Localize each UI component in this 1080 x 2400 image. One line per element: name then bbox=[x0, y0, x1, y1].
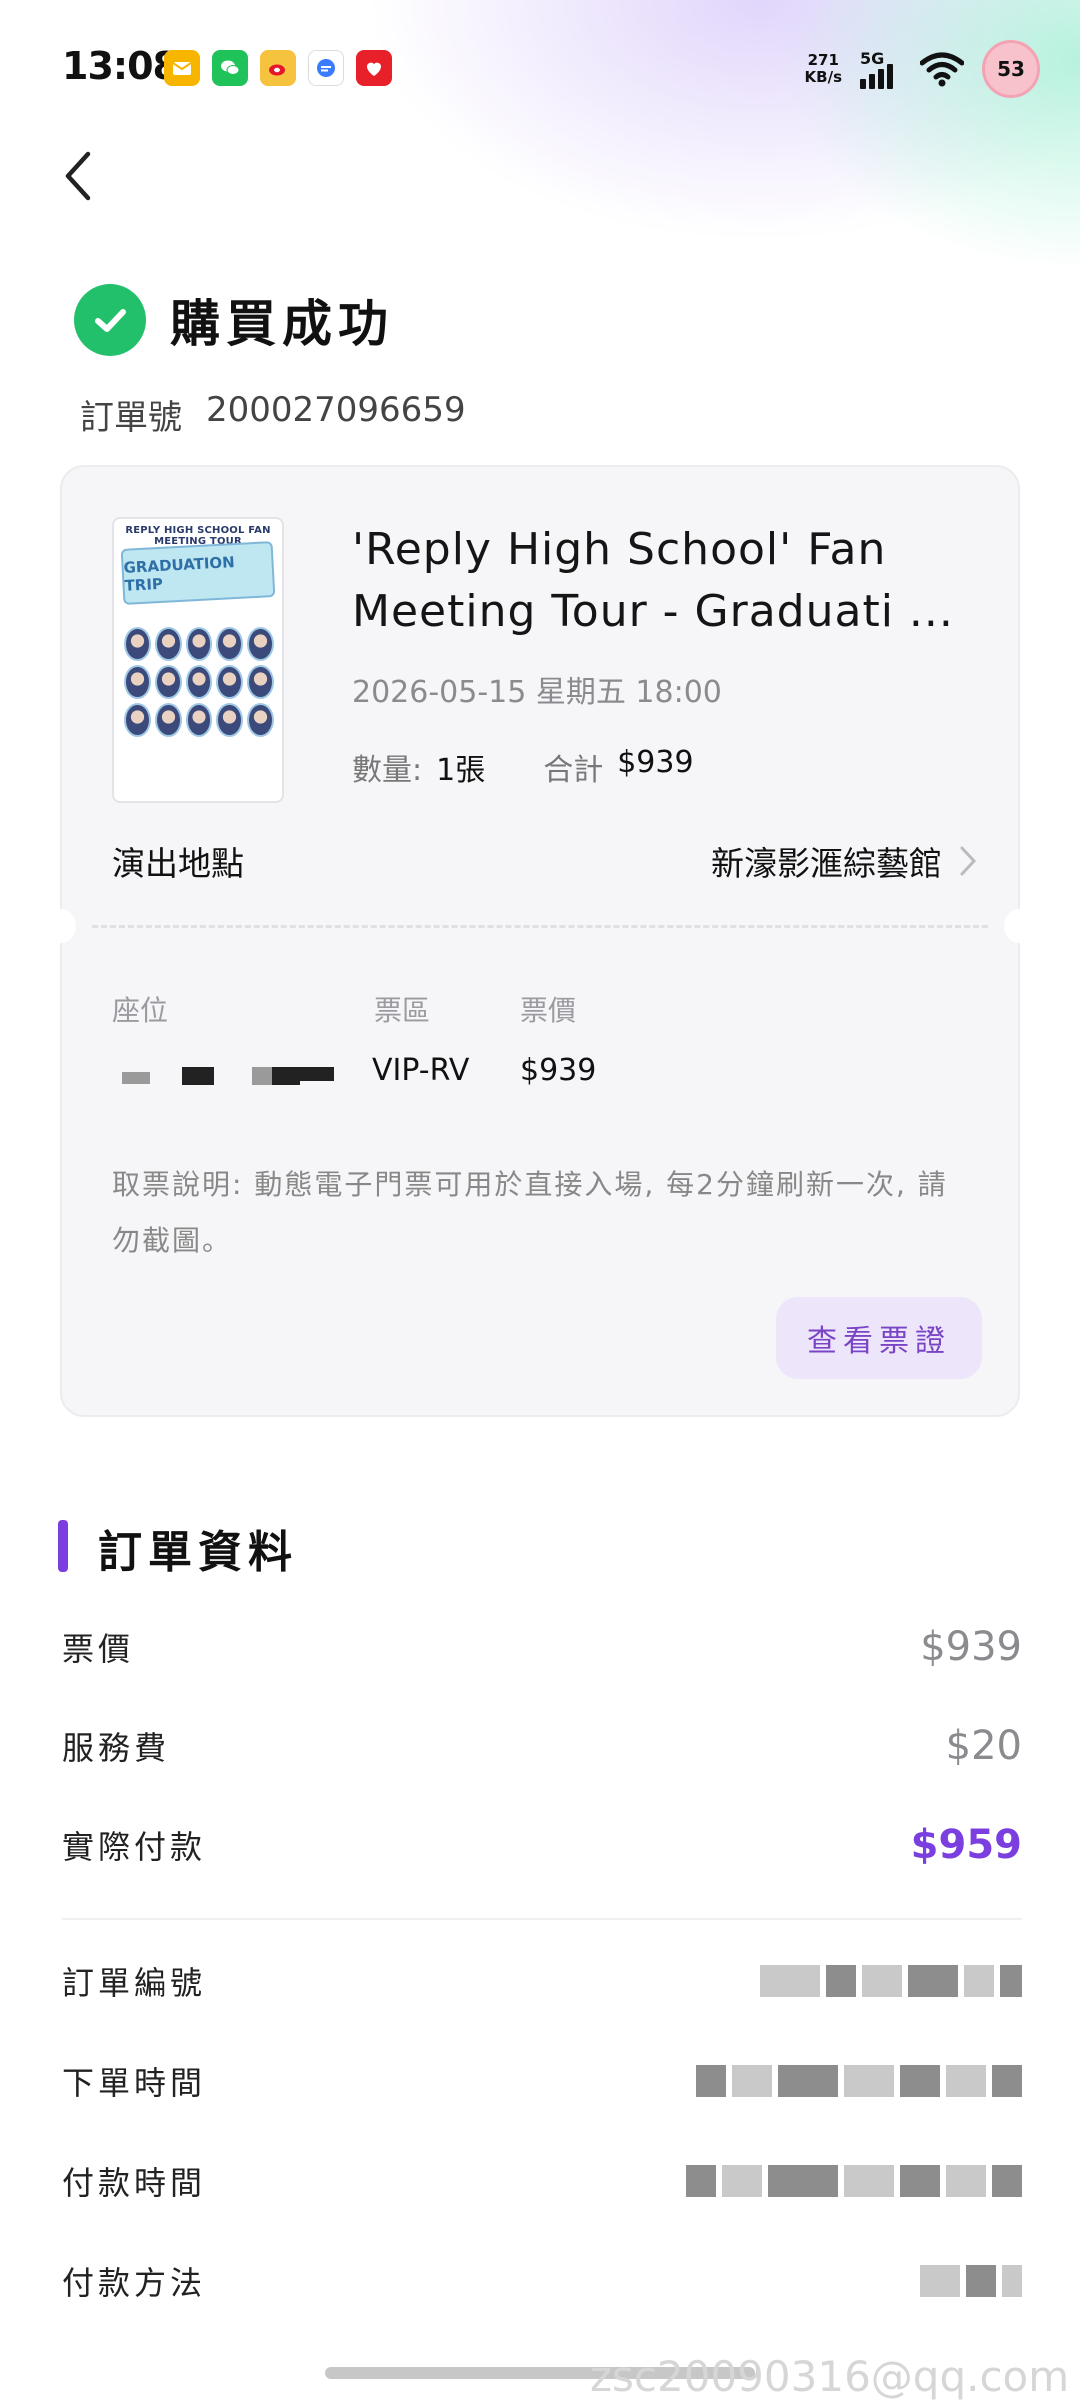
total-label: 合計 bbox=[543, 753, 604, 788]
service-fee-row: 服務費 $20 bbox=[62, 1723, 1022, 1769]
battery-indicator: 53 bbox=[982, 40, 1040, 98]
ticket-notch-right bbox=[1004, 909, 1034, 943]
order-id-label: 訂單編號 bbox=[62, 1964, 207, 2002]
mail-icon bbox=[164, 50, 200, 86]
seat-redacted bbox=[182, 1067, 214, 1085]
seat-redacted bbox=[252, 1067, 272, 1085]
watermark: zsc20090316@qq.com bbox=[590, 2352, 1070, 2400]
order-time-label: 下單時間 bbox=[62, 2064, 207, 2102]
event-datetime: 2026-05-15 星期五 18:00 bbox=[352, 675, 722, 710]
ticket-notch-left bbox=[46, 909, 76, 943]
weibo-icon bbox=[260, 50, 296, 86]
purchase-success-header: 購買成功 bbox=[74, 284, 394, 356]
signal-icon: 5G bbox=[860, 49, 902, 89]
ticket-perforation bbox=[92, 925, 988, 928]
venue-label: 演出地點 bbox=[112, 844, 244, 883]
ticket-card: REPLY HIGH SCHOOL FAN MEETING TOUR GRADU… bbox=[46, 465, 1034, 1417]
section-accent-bar bbox=[58, 1520, 68, 1572]
order-number-label: 訂單號 bbox=[80, 398, 182, 438]
order-id-row: 訂單編號 bbox=[62, 1958, 1022, 2004]
venue-name: 新濠影滙綜藝館 bbox=[711, 844, 942, 883]
payment-method-redacted bbox=[920, 2265, 1022, 2297]
message-icon bbox=[308, 50, 344, 86]
order-number-line: 訂單號 200027096659 bbox=[80, 390, 466, 439]
view-ticket-button[interactable]: 查看票證 bbox=[776, 1297, 982, 1379]
order-info-divider bbox=[62, 1918, 1022, 1920]
seat-redacted bbox=[122, 1072, 150, 1084]
order-time-redacted bbox=[696, 2065, 1022, 2097]
zone-header: 票區 bbox=[374, 994, 431, 1027]
wechat-icon bbox=[212, 50, 248, 86]
venue-row[interactable]: 演出地點 新濠影滙綜藝館 bbox=[112, 837, 978, 885]
ticket-price-value: $939 bbox=[920, 1624, 1022, 1670]
payment-time-row: 付款時間 bbox=[62, 2158, 1022, 2204]
total-value: $939 bbox=[617, 745, 694, 780]
order-id-redacted bbox=[760, 1965, 1022, 1997]
quantity-value: 1張 bbox=[436, 753, 486, 788]
actual-payment-row: 實際付款 $959 bbox=[62, 1822, 1022, 1868]
price-header: 票價 bbox=[520, 994, 577, 1027]
ticket-price-row: 票價 $939 bbox=[62, 1624, 1022, 1670]
actual-payment-label: 實際付款 bbox=[62, 1828, 207, 1866]
notification-icons bbox=[164, 50, 392, 86]
payment-method-label: 付款方法 bbox=[62, 2264, 207, 2302]
check-circle-icon bbox=[74, 284, 146, 356]
price-value: $939 bbox=[520, 1053, 597, 1088]
gift-icon bbox=[356, 50, 392, 86]
order-time-row: 下單時間 bbox=[62, 2058, 1022, 2104]
event-poster[interactable]: REPLY HIGH SCHOOL FAN MEETING TOUR GRADU… bbox=[112, 517, 284, 803]
order-info-title: 訂單資料 bbox=[98, 1527, 298, 1578]
status-time: 13:08 bbox=[62, 44, 179, 88]
event-title[interactable]: 'Reply High School' Fan Meeting Tour - G… bbox=[352, 519, 992, 643]
quantity-total-row: 數量: 1張 合計 $939 bbox=[352, 745, 694, 789]
seat-redacted bbox=[272, 1067, 300, 1085]
ticket-price-label: 票價 bbox=[62, 1630, 135, 1668]
chevron-right-icon bbox=[960, 846, 977, 876]
payment-time-redacted bbox=[686, 2165, 1022, 2197]
service-fee-label: 服務費 bbox=[62, 1729, 171, 1767]
service-fee-value: $20 bbox=[945, 1723, 1022, 1769]
payment-method-row: 付款方法 bbox=[62, 2258, 1022, 2304]
poster-logo: GRADUATION TRIP bbox=[120, 541, 276, 605]
actual-payment-value: $959 bbox=[910, 1822, 1022, 1868]
success-title: 購買成功 bbox=[170, 295, 394, 353]
wifi-icon bbox=[920, 52, 964, 87]
seat-redacted bbox=[300, 1067, 334, 1081]
quantity-label: 數量: bbox=[352, 753, 423, 788]
seat-header: 座位 bbox=[112, 994, 169, 1027]
net-speed: 271 KB/s bbox=[804, 51, 842, 86]
status-right: 271 KB/s 5G 53 bbox=[805, 40, 1040, 98]
back-arrow-icon[interactable] bbox=[58, 148, 98, 204]
zone-value: VIP-RV bbox=[372, 1053, 470, 1088]
pickup-note: 取票說明: 動態電子門票可用於直接入場, 每2分鐘刷新一次, 請勿截圖。 bbox=[112, 1168, 948, 1257]
order-number-value: 200027096659 bbox=[206, 390, 466, 430]
payment-time-label: 付款時間 bbox=[62, 2164, 207, 2202]
poster-faces bbox=[124, 627, 274, 737]
